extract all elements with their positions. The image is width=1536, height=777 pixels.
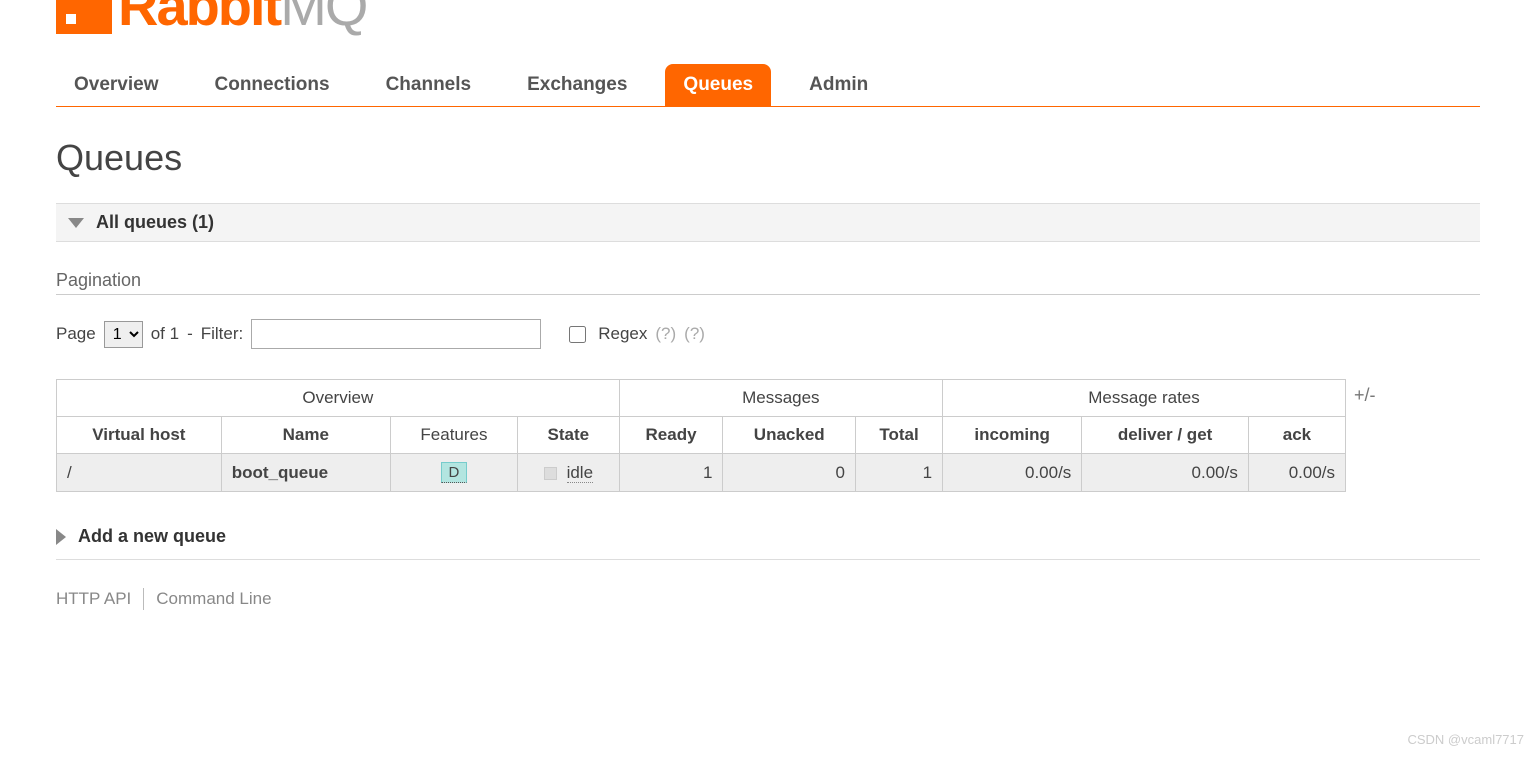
logo-rabbit: Rabbit	[118, 0, 280, 37]
page-of-label: of 1	[151, 324, 179, 344]
main-tabs: Overview Connections Channels Exchanges …	[56, 64, 1480, 107]
cell-unacked: 0	[723, 454, 856, 492]
col-vhost[interactable]: Virtual host	[57, 417, 222, 454]
cell-name[interactable]: boot_queue	[221, 454, 390, 492]
cell-ready: 1	[619, 454, 723, 492]
group-header-overview: Overview	[57, 380, 620, 417]
queues-table: Overview Messages Message rates Virtual …	[56, 379, 1346, 492]
tab-connections[interactable]: Connections	[197, 64, 348, 106]
durable-badge: D	[441, 462, 468, 483]
tab-admin[interactable]: Admin	[791, 64, 886, 106]
col-ready[interactable]: Ready	[619, 417, 723, 454]
watermark: CSDN @vcaml7717	[1407, 732, 1524, 747]
cell-state: idle	[517, 454, 619, 492]
logo: RabbitMQTM	[56, 0, 1480, 64]
logo-icon	[56, 0, 112, 34]
col-features[interactable]: Features	[390, 417, 517, 454]
col-state[interactable]: State	[517, 417, 619, 454]
state-text: idle	[567, 463, 593, 483]
cell-total: 1	[855, 454, 942, 492]
cell-vhost: /	[57, 454, 222, 492]
logo-text: RabbitMQTM	[118, 0, 382, 34]
page-title: Queues	[56, 137, 1480, 179]
filter-label: Filter:	[201, 324, 244, 344]
all-queues-label: All queues (1)	[96, 212, 214, 233]
columns-toggle[interactable]: +/-	[1354, 379, 1376, 406]
pagination-title: Pagination	[56, 270, 1480, 295]
cell-ack: 0.00/s	[1248, 454, 1345, 492]
col-unacked[interactable]: Unacked	[723, 417, 856, 454]
regex-label: Regex	[598, 324, 647, 344]
tab-overview[interactable]: Overview	[56, 64, 177, 106]
col-total[interactable]: Total	[855, 417, 942, 454]
cell-deliver-get: 0.00/s	[1082, 454, 1249, 492]
add-queue-section-header[interactable]: Add a new queue	[56, 518, 1480, 560]
filter-input[interactable]	[251, 319, 541, 349]
dash: -	[187, 324, 193, 344]
tab-queues[interactable]: Queues	[665, 64, 771, 106]
cell-incoming: 0.00/s	[943, 454, 1082, 492]
help-icon-1[interactable]: (?)	[655, 324, 676, 344]
page-select[interactable]: 1	[104, 321, 143, 348]
chevron-down-icon	[68, 218, 84, 228]
http-api-link[interactable]: HTTP API	[56, 589, 131, 609]
help-icon-2[interactable]: (?)	[684, 324, 705, 344]
pagination-controls: Page 1 of 1 - Filter: Regex (?) (?)	[56, 319, 1480, 349]
col-name[interactable]: Name	[221, 417, 390, 454]
group-header-messages: Messages	[619, 380, 942, 417]
tab-channels[interactable]: Channels	[368, 64, 490, 106]
table-row[interactable]: / boot_queue D idle 1 0 1 0.00/s 0.00/s …	[57, 454, 1346, 492]
col-incoming[interactable]: incoming	[943, 417, 1082, 454]
tab-exchanges[interactable]: Exchanges	[509, 64, 645, 106]
all-queues-section-header[interactable]: All queues (1)	[56, 203, 1480, 242]
command-line-link[interactable]: Command Line	[156, 589, 271, 609]
cell-features: D	[390, 454, 517, 492]
regex-checkbox[interactable]	[569, 326, 586, 343]
logo-mq: MQ	[280, 0, 366, 37]
state-dot-icon	[544, 467, 557, 480]
add-queue-label: Add a new queue	[78, 526, 226, 547]
footer-separator	[143, 588, 144, 610]
page-label: Page	[56, 324, 96, 344]
footer-links: HTTP API Command Line	[56, 588, 1480, 610]
col-ack[interactable]: ack	[1248, 417, 1345, 454]
group-header-rates: Message rates	[943, 380, 1346, 417]
col-deliver-get[interactable]: deliver / get	[1082, 417, 1249, 454]
chevron-right-icon	[56, 529, 66, 545]
